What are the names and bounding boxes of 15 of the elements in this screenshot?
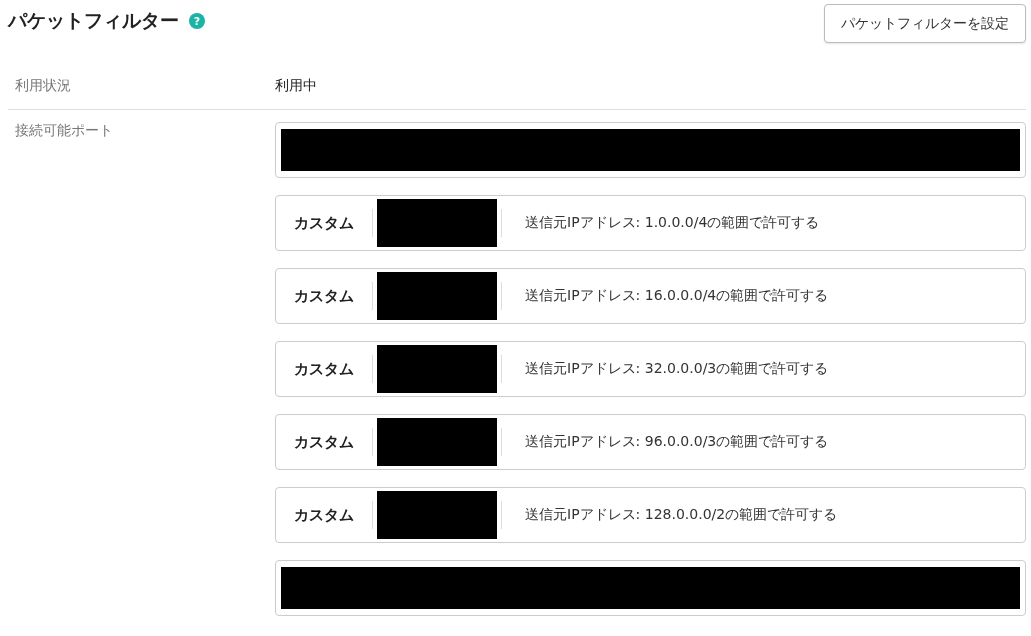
- page-title: パケットフィルター: [8, 8, 179, 33]
- field-value: 利用中: [275, 77, 318, 95]
- rule-type: カスタム: [276, 428, 373, 456]
- field-label: 接続可能ポート: [14, 122, 114, 140]
- rule-type: カスタム: [276, 501, 373, 529]
- rule-type: カスタム: [276, 355, 373, 383]
- rule-type: カスタム: [276, 282, 373, 310]
- rule-source: 送信元IPアドレス: 96.0.0.0/3の範囲で許可する: [524, 433, 829, 451]
- rule-source: 送信元IPアドレス: 32.0.0.0/3の範囲で許可する: [524, 360, 829, 378]
- rule-source: 送信元IPアドレス: 16.0.0.0/4の範囲で許可する: [524, 287, 829, 305]
- field-label: 利用状況: [14, 77, 72, 95]
- rule-source: 送信元IPアドレス: 128.0.0.0/2の範囲で許可する: [524, 506, 838, 524]
- rule-source: 送信元IPアドレス: 1.0.0.0/4の範囲で許可する: [524, 214, 820, 232]
- configure-button[interactable]: パケットフィルターを設定: [824, 4, 1026, 43]
- rule-type: カスタム: [276, 209, 373, 237]
